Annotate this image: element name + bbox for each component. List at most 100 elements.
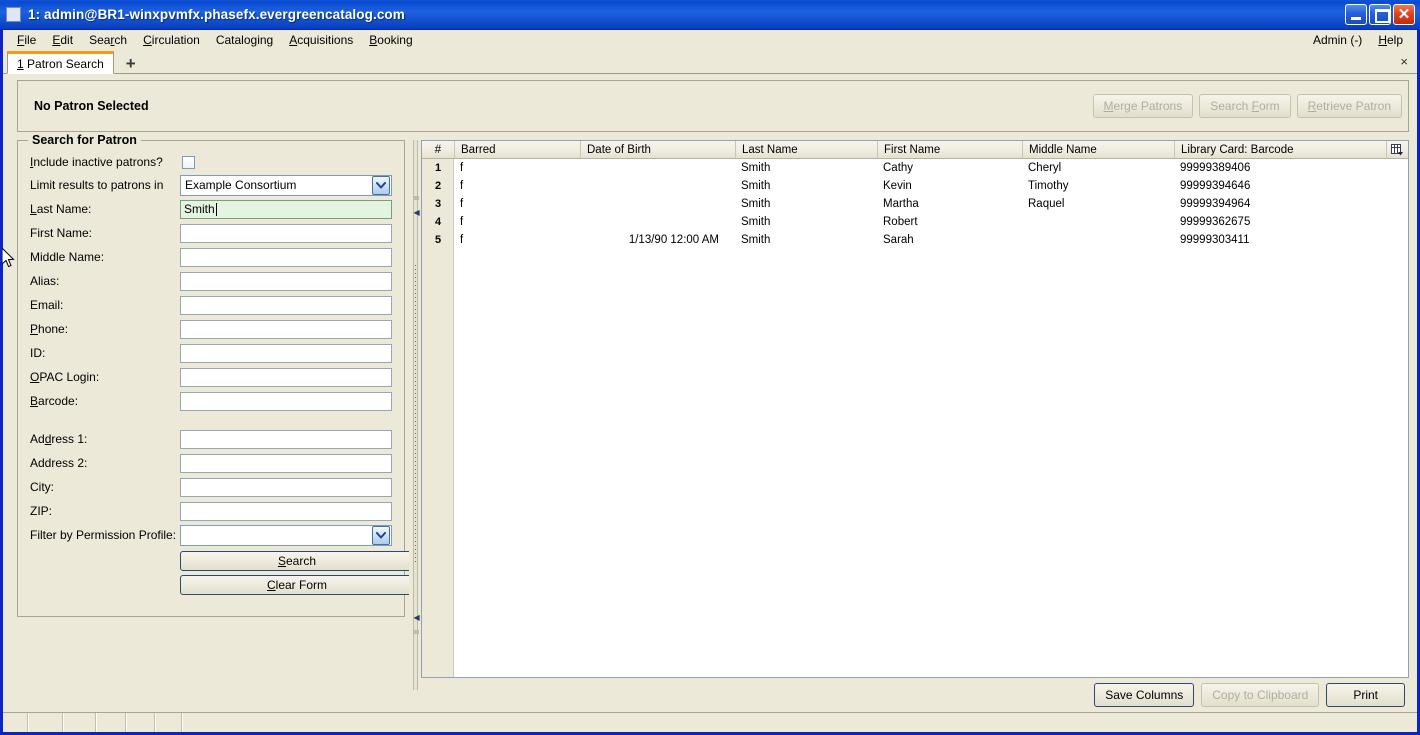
column-header-last_name[interactable]: Last Name <box>735 141 877 158</box>
address1-label: Address 1: <box>30 432 88 446</box>
table-row[interactable]: 1 f Smith Cathy Cheryl 99999389406 <box>422 159 1408 177</box>
include-inactive-label: Include inactive patrons? <box>30 155 163 169</box>
splitter-nub-bottom <box>413 630 419 634</box>
new-tab-button[interactable]: + <box>122 55 140 72</box>
permission-profile-select[interactable] <box>180 524 392 546</box>
close-icon: ✕ <box>1397 6 1411 23</box>
status-cell-6 <box>156 713 183 732</box>
menu-search[interactable]: Search <box>81 31 135 49</box>
zip-row: ZIP: <box>30 499 392 523</box>
search-form-button[interactable]: Search Form <box>1199 94 1291 118</box>
minimize-button[interactable] <box>1345 4 1367 25</box>
address1-input[interactable] <box>180 429 392 449</box>
alias-label: Alias: <box>30 274 60 288</box>
limit-results-label: Limit results to patrons in <box>30 178 164 192</box>
application-window: 1: admin@BR1-winxpvmfx.phasefx.evergreen… <box>0 0 1420 735</box>
cell-middle_name: Timothy <box>1028 180 1069 192</box>
window-controls: ✕ <box>1345 4 1415 25</box>
include-inactive-checkbox[interactable] <box>182 155 195 169</box>
phone-input[interactable] <box>180 319 392 339</box>
text-caret <box>215 202 217 216</box>
cell-barcode: 99999389406 <box>1180 162 1251 174</box>
cell-barred: f <box>460 216 464 228</box>
menu-circulation[interactable]: Circulation <box>135 31 208 49</box>
search-group-title: Search for Patron <box>28 133 141 147</box>
menu-file[interactable]: File <box>9 31 44 49</box>
first-name-row: First Name: <box>30 221 392 245</box>
org-unit-select[interactable]: Example Consortium <box>180 174 392 196</box>
menu-edit[interactable]: Edit <box>44 31 81 49</box>
table-row[interactable]: 3 f Smith Martha Raquel 99999394964 <box>422 195 1408 213</box>
permission-profile-row: Filter by Permission Profile: <box>30 523 392 547</box>
last-name-input[interactable]: Smith <box>180 199 392 219</box>
status-cell-2 <box>29 713 64 732</box>
tab-number: 1 <box>17 56 24 71</box>
retrieve-patron-button[interactable]: Retrieve Patron <box>1296 94 1402 118</box>
tab-strip: 1 Patron Search + × <box>3 50 1417 74</box>
splitter-bar[interactable]: ◀ ◀ <box>412 140 420 690</box>
window-icon <box>6 7 21 22</box>
maximize-button[interactable] <box>1369 4 1391 25</box>
table-row[interactable]: 2 f Smith Kevin Timothy 99999394646 <box>422 177 1408 195</box>
barcode-input[interactable] <box>180 391 392 411</box>
menu-bar: File Edit Search Circulation Cataloging … <box>3 30 1417 50</box>
column-header-barcode[interactable]: Library Card: Barcode <box>1174 141 1374 158</box>
search-button[interactable]: Search <box>180 551 414 571</box>
client-area: File Edit Search Circulation Cataloging … <box>3 29 1417 732</box>
menu-booking[interactable]: Booking <box>361 31 420 49</box>
close-button[interactable]: ✕ <box>1393 4 1415 25</box>
cell-barred: f <box>460 234 464 246</box>
clear-form-button[interactable]: Clear Form <box>180 575 414 595</box>
cell-barcode: 99999303411 <box>1180 234 1250 246</box>
cell-barred: f <box>460 198 464 210</box>
collapse-left-icon[interactable]: ◀ <box>414 208 420 217</box>
id-input[interactable] <box>180 343 392 363</box>
column-picker-icon[interactable] <box>1386 141 1408 158</box>
table-row[interactable]: 5 f 1/13/90 12:00 AM Smith Sarah 99999303411 <box>422 231 1408 249</box>
middle-name-input[interactable] <box>180 247 392 267</box>
zip-input[interactable] <box>180 501 392 521</box>
opac-login-row: OPAC Login: <box>30 365 392 389</box>
barcode-row: Barcode: <box>30 389 392 413</box>
menu-admin[interactable]: Admin (-) <box>1305 31 1370 49</box>
column-header-middle_name[interactable]: Middle Name <box>1022 141 1174 158</box>
collapse-right-icon[interactable]: ◀ <box>414 613 420 622</box>
table-row[interactable]: 4 f Smith Robert 99999362675 <box>422 213 1408 231</box>
status-cell-3 <box>64 713 97 732</box>
pane-splitter[interactable]: ◀ ◀ <box>409 140 421 690</box>
barcode-label: Barcode: <box>30 394 79 408</box>
alias-input[interactable] <box>180 271 392 291</box>
address1-row: Address 1: <box>30 427 392 451</box>
status-cell-1 <box>3 713 29 732</box>
menu-help[interactable]: Help <box>1370 31 1411 49</box>
column-header-num[interactable]: # <box>422 141 454 158</box>
email-row: Email: <box>30 293 392 317</box>
copy-to-clipboard-button[interactable]: Copy to Clipboard <box>1201 683 1320 707</box>
menu-cataloging[interactable]: Cataloging <box>208 31 281 49</box>
opac-login-input[interactable] <box>180 367 392 387</box>
save-columns-button[interactable]: Save Columns <box>1094 683 1195 707</box>
cell-num: 5 <box>434 234 442 246</box>
email-label: Email: <box>30 298 64 312</box>
email-input[interactable] <box>180 295 392 315</box>
print-button[interactable]: Print <box>1326 683 1405 707</box>
permission-profile-label: Filter by Permission Profile: <box>30 528 177 542</box>
limit-results-row: Limit results to patrons in Example Cons… <box>30 173 392 197</box>
close-tab-button[interactable]: × <box>1400 54 1408 69</box>
city-input[interactable] <box>180 477 392 497</box>
patron-status-label: No Patron Selected <box>34 99 149 113</box>
grid-header-row: # Barred Date of Birth Last Name First Name M… <box>422 141 1408 159</box>
column-header-barred[interactable]: Barred <box>454 141 580 158</box>
address2-input[interactable] <box>180 453 392 473</box>
first-name-input[interactable] <box>180 223 392 243</box>
first-name-label: First Name: <box>30 226 93 240</box>
column-header-dob[interactable]: Date of Birth <box>580 141 735 158</box>
column-header-first_name[interactable]: First Name <box>877 141 1022 158</box>
menu-acquisitions[interactable]: Acquisitions <box>281 31 361 49</box>
city-label: City: <box>30 480 54 494</box>
menu-bar-right: Admin (-) Help <box>1305 31 1417 49</box>
opac-login-label: OPAC Login: <box>30 370 100 384</box>
middle-name-label: Middle Name: <box>30 250 105 264</box>
tab-patron-search[interactable]: 1 Patron Search <box>7 51 114 74</box>
merge-patrons-button[interactable]: Merge Patrons <box>1092 94 1194 118</box>
